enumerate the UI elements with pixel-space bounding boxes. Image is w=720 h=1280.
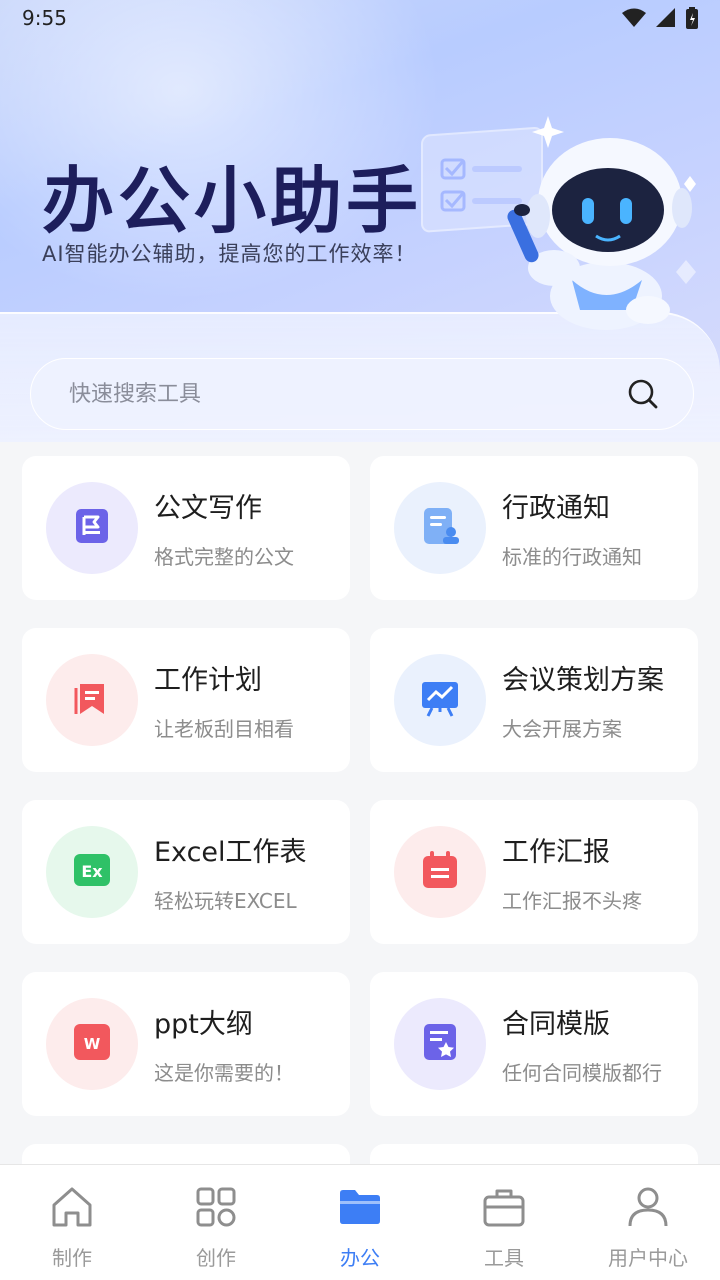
tool-card-desc: 任何合同模版都行 [502, 1061, 662, 1085]
tool-card-desc: 标准的行政通知 [502, 545, 642, 569]
tool-card-icon-wrap [46, 482, 138, 574]
tool-card-desc: 轻松玩转EXCEL [154, 889, 297, 913]
tool-card[interactable]: 合同模版 任何合同模版都行 [370, 972, 698, 1116]
status-icons [622, 7, 698, 29]
search-input[interactable] [69, 381, 609, 407]
tool-card-desc: 工作汇报不头疼 [502, 889, 642, 913]
tool-card-texts: 公文写作 格式完整的公文 [154, 486, 294, 570]
tool-card-title: 公文写作 [154, 493, 262, 524]
tool-card-texts: 工作计划 让老板刮目相看 [154, 658, 294, 742]
user-icon [624, 1183, 672, 1236]
tab-label: 创作 [196, 1246, 236, 1270]
calendar-report-icon [418, 848, 462, 896]
battery-icon [686, 7, 698, 29]
tab-label: 办公 [340, 1246, 380, 1270]
contract-star-icon [418, 1020, 462, 1068]
tool-card-texts: Excel工作表 轻松玩转EXCEL [154, 830, 307, 914]
search-icon[interactable] [627, 378, 659, 410]
tool-card-title: 会议策划方案 [502, 665, 664, 696]
tool-card-title: 合同模版 [502, 1009, 610, 1040]
tool-card-texts: 行政通知 标准的行政通知 [502, 486, 642, 570]
page-subtitle: AI智能办公辅助，提高您的工作效率！ [42, 242, 417, 266]
tab-label: 工具 [484, 1246, 524, 1270]
tool-card-icon-wrap: Ex [46, 826, 138, 918]
tab-user[interactable]: 用户中心 [576, 1183, 720, 1271]
tool-card[interactable]: W ppt大纲 这是你需要的！ [22, 972, 350, 1116]
robot-mascot-illustration [421, 116, 696, 330]
tool-card-icon-wrap: W [46, 998, 138, 1090]
tab-grid[interactable]: 创作 [144, 1183, 288, 1271]
signal-icon [656, 8, 675, 27]
svg-text:Ex: Ex [81, 862, 103, 881]
wifi-icon [622, 8, 646, 27]
notice-user-icon [418, 504, 462, 552]
tool-card-texts: 合同模版 任何合同模版都行 [502, 1002, 662, 1086]
tool-card-title: 工作汇报 [502, 837, 610, 868]
tool-card-title: Excel工作表 [154, 837, 307, 868]
tool-card-texts: 会议策划方案 大会开展方案 [502, 658, 664, 742]
presentation-chart-icon [418, 676, 462, 724]
status-bar: 9:55 [0, 0, 720, 36]
tool-card-texts: 工作汇报 工作汇报不头疼 [502, 830, 642, 914]
tab-toolbox[interactable]: 工具 [432, 1183, 576, 1271]
home-icon [48, 1183, 96, 1236]
tab-home[interactable]: 制作 [0, 1183, 144, 1271]
page-title: 办公小助手 [42, 159, 423, 243]
tool-card-title: 工作计划 [154, 665, 262, 696]
status-time: 9:55 [22, 6, 67, 30]
tool-card-icon-wrap [46, 654, 138, 746]
word-icon: W [70, 1020, 114, 1068]
toolbox-icon [480, 1183, 528, 1236]
bookmark-plan-icon [70, 676, 114, 724]
svg-text:W: W [84, 1035, 101, 1053]
tool-card-icon-wrap [394, 482, 486, 574]
tool-card[interactable]: 工作计划 让老板刮目相看 [22, 628, 350, 772]
tool-card-desc: 格式完整的公文 [154, 545, 294, 569]
tool-card-title: 行政通知 [502, 493, 610, 524]
tool-card-desc: 让老板刮目相看 [154, 717, 294, 741]
tool-card[interactable]: Ex Excel工作表 轻松玩转EXCEL [22, 800, 350, 944]
tool-card-desc: 大会开展方案 [502, 717, 622, 741]
tool-card[interactable]: 会议策划方案 大会开展方案 [370, 628, 698, 772]
excel-icon: Ex [70, 848, 114, 896]
tool-card-icon-wrap [394, 654, 486, 746]
bottom-tab-bar: 制作 创作 办公 工具 用户中心 [0, 1164, 720, 1280]
tool-card-desc: 这是你需要的！ [154, 1061, 294, 1085]
tool-grid: 公文写作 格式完整的公文 行政通知 标准的行政通知 工作计划 让老板刮目相看 会… [22, 456, 698, 1116]
tool-card-texts: ppt大纲 这是你需要的！ [154, 1002, 294, 1086]
tab-folder[interactable]: 办公 [288, 1183, 432, 1271]
grid-icon [192, 1183, 240, 1236]
tab-label: 制作 [52, 1246, 92, 1270]
tool-card[interactable]: 行政通知 标准的行政通知 [370, 456, 698, 600]
tool-card-title: ppt大纲 [154, 1009, 253, 1040]
document-flag-icon [70, 504, 114, 552]
tool-card[interactable]: 工作汇报 工作汇报不头疼 [370, 800, 698, 944]
search-bar[interactable] [30, 358, 694, 430]
tool-card-icon-wrap [394, 998, 486, 1090]
folder-icon [336, 1183, 384, 1236]
tool-card-icon-wrap [394, 826, 486, 918]
tool-card[interactable]: 公文写作 格式完整的公文 [22, 456, 350, 600]
tab-label: 用户中心 [608, 1246, 688, 1270]
